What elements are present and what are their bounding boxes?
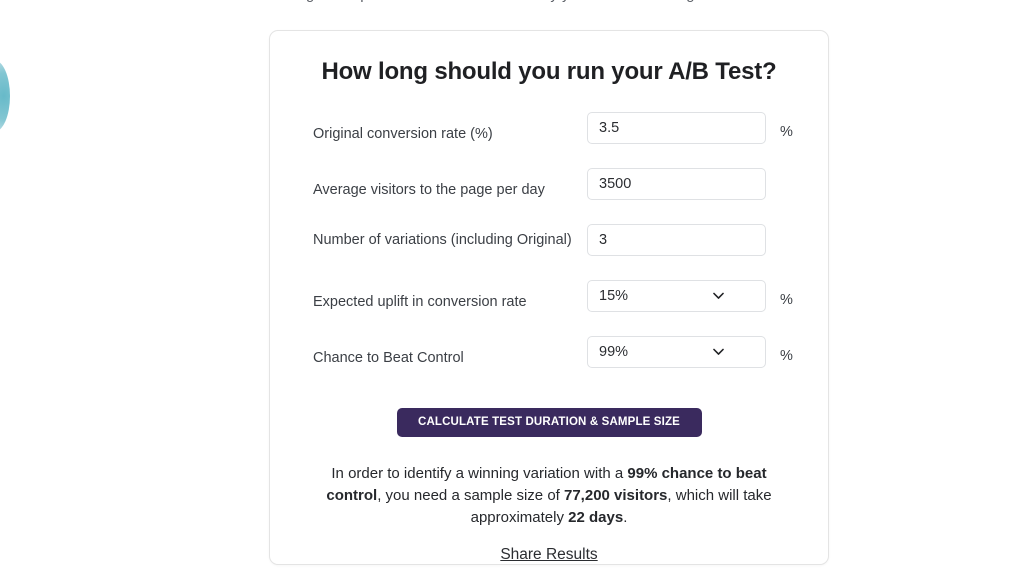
control-original-conversion-rate (587, 112, 766, 144)
form-row: Chance to Beat Control 99% % (313, 336, 793, 392)
cta-container: CALCULATE TEST DURATION & SAMPLE SIZE (270, 408, 828, 437)
clipped-top-text: tags and questions. Look around. Study y… (0, 0, 1024, 8)
average-visitors-per-day-input[interactable] (587, 168, 766, 200)
chance-to-beat-control-select[interactable]: 99% (587, 336, 766, 368)
result-part-1: In order to identify a winning variation… (331, 465, 628, 482)
number-of-variations-input[interactable] (587, 224, 766, 256)
expected-uplift-value: 15% (599, 288, 629, 304)
chevron-down-icon[interactable] (713, 348, 724, 356)
original-conversion-rate-input[interactable] (587, 112, 766, 144)
control-number-of-variations (587, 224, 766, 256)
result-part-4: . (623, 509, 628, 526)
share-results-link[interactable]: Share Results (500, 546, 597, 563)
share-container: Share Results (270, 546, 828, 564)
control-average-visitors-per-day (587, 168, 766, 200)
suffix-number-of-variations (766, 224, 780, 234)
chance-to-beat-control-value: 99% (599, 344, 629, 360)
teal-blob-decoration (0, 60, 10, 132)
suffix-chance-to-beat-control: % (780, 348, 793, 364)
form-row: Original conversion rate (%) % (313, 112, 793, 168)
label-original-conversion-rate: Original conversion rate (%) (313, 126, 493, 142)
ab-test-calculator-card: How long should you run your A/B Test? O… (269, 30, 829, 565)
form-row: Average visitors to the page per day (313, 168, 787, 224)
suffix-expected-uplift: % (780, 292, 793, 308)
result-sample-size-value: 77,200 visitors (564, 487, 668, 504)
result-duration-value: 22 days (568, 509, 624, 526)
calculator-form: Original conversion rate (%) % Average v… (270, 112, 828, 392)
label-chance-to-beat-control: Chance to Beat Control (313, 350, 464, 366)
label-number-of-variations: Number of variations (including Original… (313, 232, 572, 248)
calculate-test-duration-button[interactable]: CALCULATE TEST DURATION & SAMPLE SIZE (396, 408, 702, 437)
result-text: In order to identify a winning variation… (310, 463, 788, 529)
label-expected-uplift: Expected uplift in conversion rate (313, 294, 527, 310)
label-average-visitors-per-day: Average visitors to the page per day (313, 182, 545, 198)
control-expected-uplift: 15% (587, 280, 766, 312)
control-chance-to-beat-control: 99% (587, 336, 766, 368)
suffix-average-visitors-per-day (766, 168, 780, 178)
suffix-original-conversion-rate: % (780, 124, 793, 140)
chevron-down-icon[interactable] (713, 292, 724, 300)
form-row: Number of variations (including Original… (313, 224, 787, 280)
expected-uplift-select[interactable]: 15% (587, 280, 766, 312)
page-title: How long should you run your A/B Test? (321, 58, 777, 85)
form-row: Expected uplift in conversion rate 15% % (313, 280, 793, 336)
result-part-2: , you need a sample size of (377, 487, 564, 504)
